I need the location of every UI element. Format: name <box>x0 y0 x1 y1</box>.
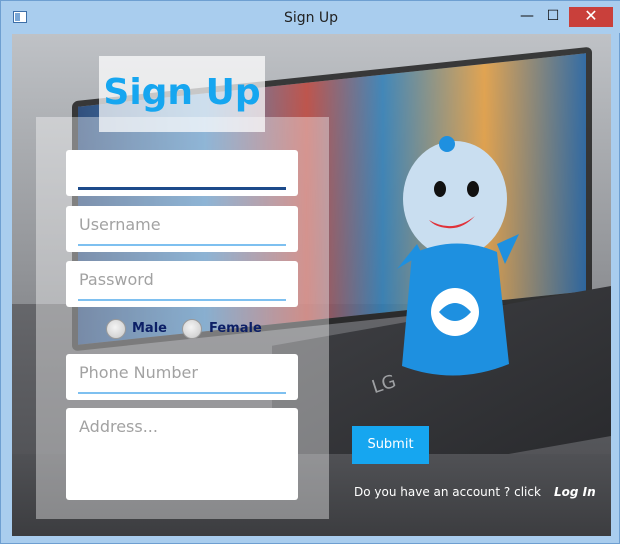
phone-placeholder: Phone Number <box>79 363 198 382</box>
address-textarea[interactable]: Address... <box>66 408 298 500</box>
mascot-eye-left <box>434 181 446 197</box>
mascot-head <box>403 141 507 257</box>
page-title: Sign Up <box>103 72 261 113</box>
male-radio[interactable] <box>106 319 126 339</box>
female-radio[interactable] <box>182 319 202 339</box>
username-input[interactable]: Username <box>66 206 298 252</box>
phone-underline <box>78 392 286 394</box>
mascot-eye-right <box>467 181 479 197</box>
first-input-underline <box>78 187 286 190</box>
maximize-button[interactable]: ☐ <box>541 7 565 27</box>
male-label: Male <box>132 321 167 336</box>
phone-input[interactable]: Phone Number <box>66 354 298 400</box>
mascot-arm-right <box>497 234 519 264</box>
first-input[interactable] <box>66 150 298 196</box>
submit-button[interactable]: Submit <box>352 426 429 464</box>
username-underline <box>78 244 286 246</box>
login-link[interactable]: Log In <box>554 485 596 499</box>
mascot-character <box>397 136 519 376</box>
content-area: LG Sign Up Username Password Male Female… <box>12 34 611 536</box>
username-placeholder: Username <box>79 215 161 234</box>
password-placeholder: Password <box>79 270 154 289</box>
account-prompt: Do you have an account ? click <box>354 485 541 499</box>
title-bar[interactable]: Sign Up — ☐ ✕ <box>1 1 620 33</box>
mascot-antenna <box>439 136 455 152</box>
app-window: Sign Up — ☐ ✕ LG Sign Up Username Passwo… <box>0 0 620 544</box>
close-button[interactable]: ✕ <box>569 7 613 27</box>
address-placeholder: Address... <box>79 417 158 436</box>
minimize-button[interactable]: — <box>515 7 539 27</box>
password-underline <box>78 299 286 301</box>
password-input[interactable]: Password <box>66 261 298 307</box>
female-label: Female <box>209 321 262 336</box>
